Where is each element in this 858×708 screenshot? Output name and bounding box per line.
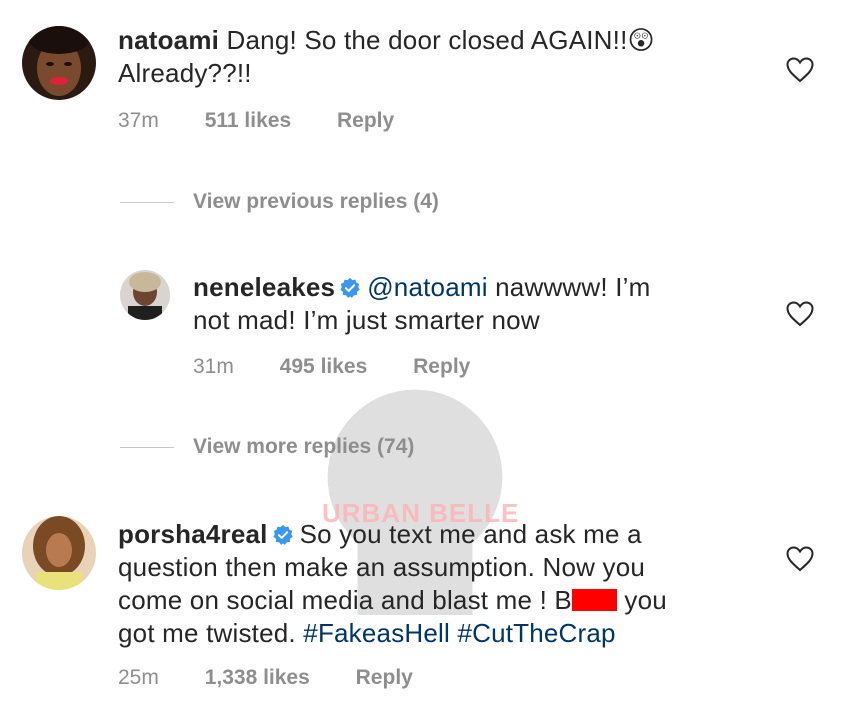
reply-button[interactable]: Reply bbox=[356, 666, 413, 689]
reply-button[interactable]: Reply bbox=[413, 355, 470, 378]
comment-porsha4real-text: porsha4real So you text me and ask me a q… bbox=[118, 518, 758, 650]
comment-porsha4real-meta: 25m 1,338 likes Reply bbox=[118, 665, 453, 691]
avatar-porsha4real[interactable] bbox=[22, 516, 96, 590]
comment-natoami-line2: Already??!! bbox=[118, 58, 252, 88]
like-heart-icon[interactable] bbox=[786, 57, 814, 83]
view-more-replies-button[interactable]: View more replies (74) bbox=[193, 434, 414, 460]
comment-porsha4real-line2: question then make an assumption. Now yo… bbox=[118, 552, 646, 582]
comment-porsha4real-line3: come on social media and blast me ! B bbox=[118, 585, 572, 615]
username-neneleakes[interactable]: neneleakes bbox=[193, 272, 335, 302]
comment-porsha4real-line1: So you text me and ask me a bbox=[299, 519, 642, 549]
comment-natoami-text: natoami Dang! So the door closed AGAIN!!… bbox=[118, 24, 758, 90]
comment-natoami-meta: 37m 511 likes Reply bbox=[118, 108, 434, 134]
reply-neneleakes-text: neneleakes @natoami nawwww! I’m not mad! … bbox=[193, 271, 753, 337]
username-natoami[interactable]: natoami bbox=[118, 25, 219, 55]
hashtag-fakeashell-link[interactable]: #FakeasHell bbox=[303, 618, 450, 648]
timestamp[interactable]: 37m bbox=[118, 109, 159, 132]
replies-divider bbox=[120, 447, 174, 448]
avatar-neneleakes[interactable] bbox=[120, 270, 170, 320]
comment-porsha4real-line3-end: you bbox=[616, 585, 667, 615]
view-previous-replies-button[interactable]: View previous replies (4) bbox=[193, 189, 439, 215]
astonished-emoji-icon: 😲 bbox=[627, 25, 655, 55]
avatar-natoami[interactable] bbox=[22, 26, 96, 100]
comment-porsha4real-line4: got me twisted. bbox=[118, 618, 304, 648]
timestamp[interactable]: 31m bbox=[193, 355, 234, 378]
reply-neneleakes-meta: 31m 495 likes Reply bbox=[193, 354, 510, 380]
timestamp[interactable]: 25m bbox=[118, 666, 159, 689]
hashtag-cutthecrap-link[interactable]: #CutTheCrap bbox=[457, 618, 615, 648]
likes-count[interactable]: 495 likes bbox=[280, 355, 368, 378]
reply-neneleakes-line1: nawwww! I’m bbox=[487, 272, 651, 302]
verified-badge-icon bbox=[340, 277, 360, 298]
redaction-bar bbox=[571, 589, 617, 611]
comment-natoami-line1: Dang! So the door closed AGAIN!! bbox=[226, 25, 628, 55]
reply-button[interactable]: Reply bbox=[337, 109, 394, 132]
verified-badge-icon bbox=[272, 524, 293, 545]
reply-neneleakes-line2: not mad! I’m just smarter now bbox=[193, 305, 540, 335]
username-porsha4real[interactable]: porsha4real bbox=[118, 519, 268, 549]
mention-natoami-link[interactable]: @natoami bbox=[367, 272, 488, 302]
like-heart-icon[interactable] bbox=[786, 546, 814, 572]
like-heart-icon[interactable] bbox=[786, 301, 814, 327]
likes-count[interactable]: 1,338 likes bbox=[205, 666, 310, 689]
likes-count[interactable]: 511 likes bbox=[205, 109, 291, 132]
replies-divider bbox=[120, 202, 174, 203]
